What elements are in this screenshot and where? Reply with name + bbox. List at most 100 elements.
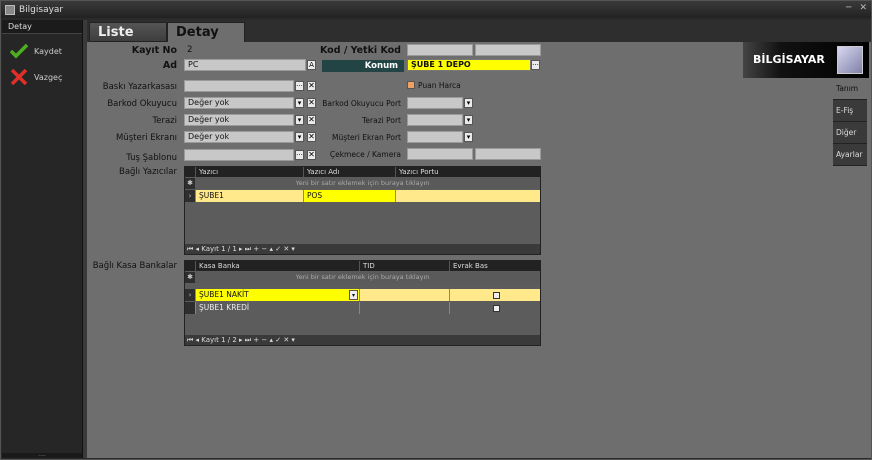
tab-ayarlar[interactable]: Ayarlar xyxy=(833,144,867,166)
row-indicator: › xyxy=(185,190,195,202)
baski-clear-button[interactable]: ✕ xyxy=(307,81,316,91)
kod-field[interactable] xyxy=(407,44,473,56)
table-row[interactable]: › ŞUBE1 NAKİT ▾ xyxy=(185,289,540,301)
nav-first-icon[interactable]: ⏮ ◂ xyxy=(187,336,199,344)
musteri-port-select[interactable] xyxy=(407,131,463,143)
musteri-select[interactable]: Değer yok xyxy=(184,131,294,143)
nav-buttons[interactable]: ▸ ⏭ + − ▴ ✓ ✕ ▾ xyxy=(239,336,295,344)
ad-label: Ad xyxy=(162,60,177,71)
konum-field[interactable]: ŞUBE 1 DEPO xyxy=(407,59,531,71)
terazi-select[interactable]: Değer yok xyxy=(184,114,294,126)
kasa-grid: Kasa Banka TID Evrak Bas ✱ Yeni bir satı… xyxy=(184,260,541,346)
barkod-dropdown-icon[interactable]: ▾ xyxy=(295,98,304,108)
cell-yazici-adi[interactable]: POS xyxy=(303,190,395,202)
col-header[interactable]: Evrak Bas xyxy=(449,261,540,271)
col-header[interactable]: Yazıcı Adı xyxy=(303,167,395,177)
text-case-button[interactable]: A xyxy=(307,60,316,70)
table-row[interactable]: › ŞUBE1 POS xyxy=(185,190,540,202)
cell-evrak-bas[interactable] xyxy=(449,302,540,314)
cell-tid[interactable] xyxy=(359,289,449,301)
cell-evrak-bas[interactable] xyxy=(449,289,540,301)
col-header[interactable]: Yazıcı xyxy=(195,167,303,177)
tus-label: Tuş Şablonu xyxy=(126,153,177,163)
kasa-dropdown-icon[interactable]: ▾ xyxy=(349,290,358,300)
cekmece-field[interactable] xyxy=(407,148,473,160)
save-button[interactable]: Kaydet xyxy=(2,38,82,64)
puan-harca-label: Puan Harca xyxy=(418,81,461,90)
musteri-dropdown-icon[interactable]: ▾ xyxy=(295,132,304,142)
cell-kasa-banka[interactable]: ŞUBE1 KREDİ xyxy=(195,302,359,314)
terazi-port-label: Terazi Port xyxy=(362,116,401,125)
konum-label: Konum xyxy=(322,60,404,72)
evrak-bas-checkbox[interactable] xyxy=(493,291,500,299)
terazi-port-select[interactable] xyxy=(407,114,463,126)
ad-field[interactable]: PC xyxy=(184,59,306,71)
cancel-button[interactable]: Vazgeç xyxy=(2,64,82,90)
sidebar-grip[interactable]: .... xyxy=(2,452,82,458)
barkod-clear-button[interactable]: ✕ xyxy=(307,98,316,108)
musteri-clear-button[interactable]: ✕ xyxy=(307,132,316,142)
tab-efis[interactable]: E-Fiş xyxy=(833,100,867,122)
barkod-port-select[interactable] xyxy=(407,97,463,109)
check-icon xyxy=(10,43,28,59)
kamera-field[interactable] xyxy=(475,148,541,160)
close-icon[interactable]: ✕ xyxy=(859,3,867,13)
konum-lookup-button[interactable]: ··· xyxy=(531,60,540,70)
terazi-port-dropdown-icon[interactable]: ▾ xyxy=(464,115,473,125)
tab-detail[interactable]: Detay xyxy=(167,22,245,42)
tab-diger[interactable]: Diğer xyxy=(833,122,867,144)
musteri-port-label: Müşteri Ekran Port xyxy=(331,133,401,142)
baski-lookup-button[interactable]: ··· xyxy=(295,81,304,91)
tus-field[interactable] xyxy=(184,149,294,161)
kayit-no-value: 2 xyxy=(187,45,193,55)
barkod-select[interactable]: Değer yok xyxy=(184,97,294,109)
col-header[interactable]: Kasa Banka xyxy=(195,261,359,271)
tus-lookup-button[interactable]: ··· xyxy=(295,150,304,160)
kasa-grid-navigator: ⏮ ◂ Kayıt 1 / 2 ▸ ⏭ + − ▴ ✓ ✕ ▾ xyxy=(185,335,540,345)
musteri-label: Müşteri Ekranı xyxy=(115,133,177,143)
window-title: Bilgisayar xyxy=(19,4,64,15)
col-header[interactable]: Yazıcı Portu xyxy=(395,167,540,177)
terazi-label: Terazi xyxy=(152,116,177,126)
yetki-kod-field[interactable] xyxy=(475,44,541,56)
cell-kasa-banka[interactable]: ŞUBE1 NAKİT xyxy=(195,289,359,301)
barkod-port-dropdown-icon[interactable]: ▾ xyxy=(464,98,473,108)
printers-grid-header: Yazıcı Yazıcı Adı Yazıcı Portu xyxy=(185,167,540,177)
terazi-clear-button[interactable]: ✕ xyxy=(307,115,316,125)
title-bar: Bilgisayar ─ ✕ xyxy=(1,1,871,18)
main-panel: Liste Detay BİLGİSAYAR Tanım E-Fiş Diğer… xyxy=(87,20,871,458)
nav-buttons[interactable]: ▸ ⏭ + − ▴ ✓ ✕ ▾ xyxy=(239,245,295,253)
app-icon xyxy=(5,4,15,15)
printers-grid: Yazıcı Yazıcı Adı Yazıcı Portu ✱ Yeni bi… xyxy=(184,166,541,255)
banner: BİLGİSAYAR xyxy=(743,42,869,78)
baski-label: Baskı Yazarkasası xyxy=(102,82,177,92)
new-row-hint[interactable]: ✱ Yeni bir satır eklemek için buraya tık… xyxy=(185,272,540,283)
cell-tid[interactable] xyxy=(359,302,449,314)
row-indicator xyxy=(185,302,195,314)
cell-yazici-portu[interactable] xyxy=(395,190,540,202)
baski-field[interactable] xyxy=(184,80,294,92)
sidebar-header: Detay xyxy=(2,20,82,34)
evrak-bas-checkbox[interactable] xyxy=(493,304,500,312)
new-row-hint[interactable]: ✱ Yeni bir satır eklemek için buraya tık… xyxy=(185,178,540,189)
col-header[interactable]: TID xyxy=(359,261,449,271)
tab-tanim[interactable]: Tanım xyxy=(833,78,867,100)
cell-yazici[interactable]: ŞUBE1 xyxy=(195,190,303,202)
nav-first-icon[interactable]: ⏮ ◂ xyxy=(187,245,199,253)
bagli-kasa-label: Bağlı Kasa Bankalar xyxy=(92,261,177,271)
banner-title: BİLGİSAYAR xyxy=(753,53,825,66)
cross-icon xyxy=(10,69,28,85)
kasa-grid-header: Kasa Banka TID Evrak Bas xyxy=(185,261,540,271)
puan-harca-checkbox[interactable] xyxy=(407,81,415,89)
kayit-no-label: Kayıt No xyxy=(131,45,177,56)
cancel-button-label: Vazgeç xyxy=(34,72,63,82)
minimize-icon[interactable]: ─ xyxy=(846,3,851,13)
tab-list[interactable]: Liste xyxy=(89,22,167,42)
tus-clear-button[interactable]: ✕ xyxy=(307,150,316,160)
table-row[interactable]: ŞUBE1 KREDİ xyxy=(185,302,540,314)
musteri-port-dropdown-icon[interactable]: ▾ xyxy=(464,132,473,142)
kod-label: Kod / Yetki Kod xyxy=(319,45,401,56)
row-indicator: › xyxy=(185,289,195,301)
new-row-hint-text: Yeni bir satır eklemek için buraya tıkla… xyxy=(295,273,430,281)
terazi-dropdown-icon[interactable]: ▾ xyxy=(295,115,304,125)
